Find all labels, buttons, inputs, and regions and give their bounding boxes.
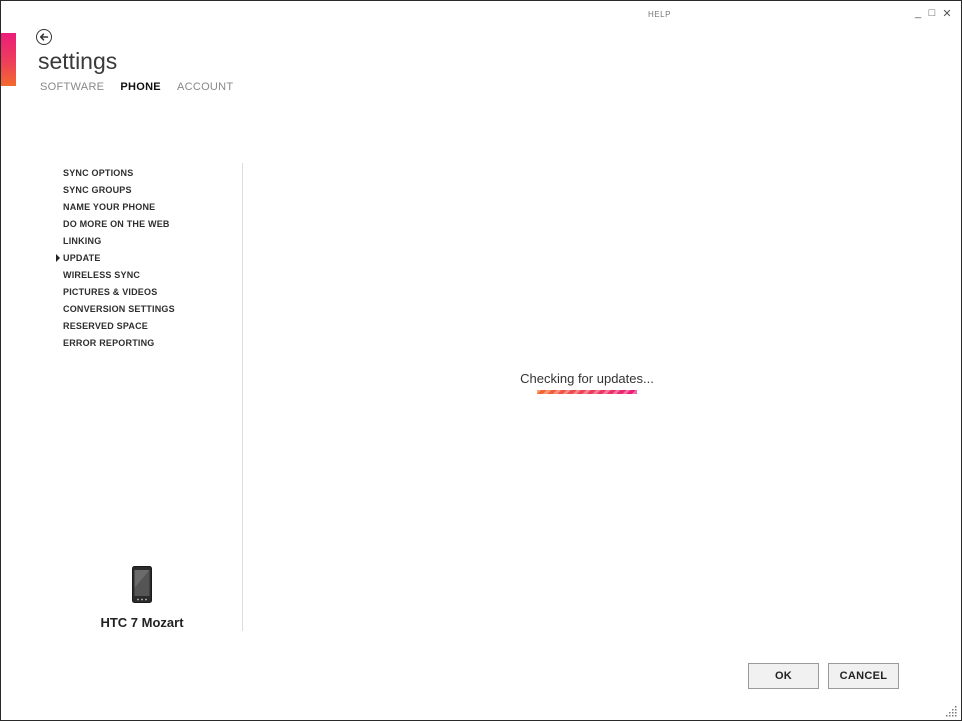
close-button[interactable]: ✕ xyxy=(941,7,953,20)
update-status-text: Checking for updates... xyxy=(520,371,654,386)
sidebar-item-sync-options[interactable]: SYNC OPTIONS xyxy=(63,167,175,184)
back-arrow-icon xyxy=(39,33,49,41)
sidebar-item-pictures-videos[interactable]: PICTURES & VIDEOS xyxy=(63,286,175,303)
sidebar-item-name-your-phone[interactable]: NAME YOUR PHONE xyxy=(63,201,175,218)
sidebar-item-linking[interactable]: LINKING xyxy=(63,235,175,252)
sidebar-divider xyxy=(242,163,243,631)
back-button[interactable] xyxy=(36,29,52,45)
brand-accent-stripe xyxy=(1,33,16,86)
tab-software[interactable]: SOFTWARE xyxy=(40,81,104,93)
device-name: HTC 7 Mozart xyxy=(100,615,184,630)
help-link[interactable]: HELP xyxy=(648,10,671,19)
sidebar-item-do-more-on-the-web[interactable]: DO MORE ON THE WEB xyxy=(63,218,175,235)
app-window-frame xyxy=(0,0,962,721)
tab-account[interactable]: ACCOUNT xyxy=(177,81,234,93)
page-title: settings xyxy=(38,48,118,74)
ok-button[interactable]: OK xyxy=(748,663,819,689)
sidebar-item-conversion-settings[interactable]: CONVERSION SETTINGS xyxy=(63,303,175,320)
cancel-button[interactable]: CANCEL xyxy=(828,663,899,689)
sidebar-nav: SYNC OPTIONS SYNC GROUPS NAME YOUR PHONE… xyxy=(56,167,175,354)
selected-marker-icon xyxy=(56,254,60,262)
phone-icon xyxy=(132,566,152,603)
sidebar-item-update[interactable]: UPDATE xyxy=(56,252,175,269)
minimize-button[interactable]: _ xyxy=(912,7,924,19)
tab-bar: SOFTWARE PHONE ACCOUNT xyxy=(40,81,233,93)
resize-grip-icon[interactable] xyxy=(946,705,958,717)
sidebar-item-sync-groups[interactable]: SYNC GROUPS xyxy=(63,184,175,201)
maximize-button[interactable]: □ xyxy=(926,7,938,19)
sidebar-item-error-reporting[interactable]: ERROR REPORTING xyxy=(63,337,175,354)
sidebar-item-wireless-sync[interactable]: WIRELESS SYNC xyxy=(63,269,175,286)
sidebar-item-reserved-space[interactable]: RESERVED SPACE xyxy=(63,320,175,337)
update-progress-bar xyxy=(537,390,637,394)
tab-phone[interactable]: PHONE xyxy=(120,81,161,93)
sidebar-item-label: UPDATE xyxy=(63,253,101,263)
